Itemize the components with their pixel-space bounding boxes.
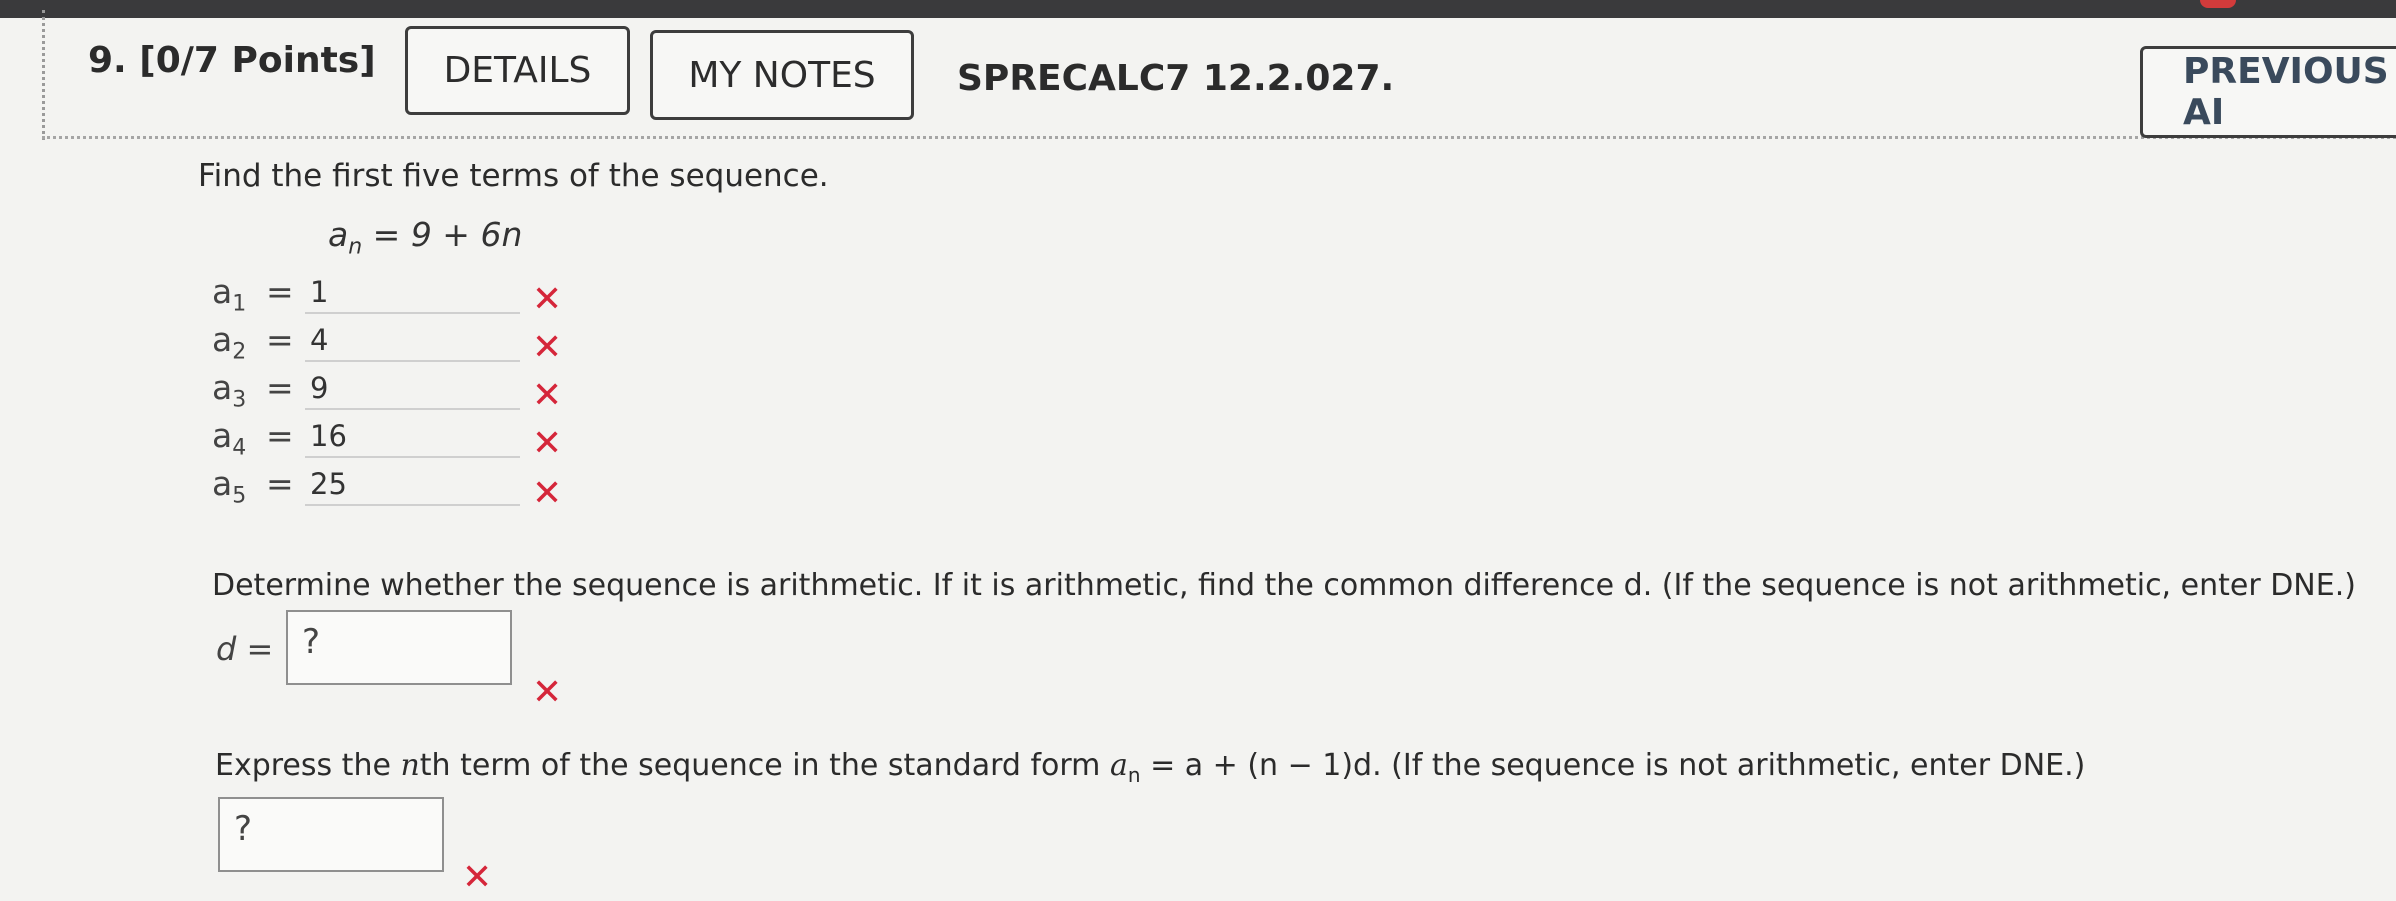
term-label-a2: a2 xyxy=(212,320,247,365)
difference-label: d = xyxy=(216,630,274,668)
nth-term-question: Express the nth term of the sequence in … xyxy=(215,748,2086,787)
incorrect-icon: ✕ xyxy=(532,423,563,464)
term-input-a4[interactable] xyxy=(305,416,520,458)
details-button[interactable]: DETAILS xyxy=(405,26,630,115)
problem-code: SPRECALC7 12.2.027. xyxy=(957,58,1395,99)
sequence-formula: an = 9 + 6n xyxy=(328,215,523,260)
question-left-border xyxy=(42,10,45,140)
incorrect-icon: ✕ xyxy=(532,327,563,368)
equals-sign: = xyxy=(266,272,294,311)
equals-sign: = xyxy=(266,368,294,407)
term-label-a1: a1 xyxy=(212,272,247,317)
header-divider xyxy=(42,136,2396,139)
equals-sign: = xyxy=(266,416,294,455)
nth-term-input[interactable]: ? xyxy=(218,797,444,872)
problem-prompt: Find the first five terms of the sequenc… xyxy=(198,158,829,194)
question-number: 9. xyxy=(88,40,127,81)
previous-answers-button[interactable]: PREVIOUS AI xyxy=(2140,46,2396,138)
question-points: [0/7 Points] xyxy=(139,40,376,81)
incorrect-icon: ✕ xyxy=(532,473,563,514)
question-header: 9. [0/7 Points] xyxy=(88,40,376,81)
term-label-a4: a4 xyxy=(212,416,247,461)
equals-sign: = xyxy=(266,464,294,503)
term-label-a3: a3 xyxy=(212,368,247,413)
my-notes-button[interactable]: MY NOTES xyxy=(650,30,914,120)
term-input-a5[interactable] xyxy=(305,464,520,506)
arithmetic-question: Determine whether the sequence is arithm… xyxy=(212,568,2356,603)
incorrect-icon: ✕ xyxy=(462,857,493,898)
incorrect-icon: ✕ xyxy=(532,375,563,416)
browser-top-bar xyxy=(0,0,2396,18)
equals-sign: = xyxy=(266,320,294,359)
term-input-a2[interactable] xyxy=(305,320,520,362)
incorrect-icon: ✕ xyxy=(532,672,563,713)
notification-indicator xyxy=(2200,0,2236,8)
term-input-a3[interactable] xyxy=(305,368,520,410)
incorrect-icon: ✕ xyxy=(532,279,563,320)
term-input-a1[interactable] xyxy=(305,272,520,314)
term-label-a5: a5 xyxy=(212,464,247,509)
difference-input[interactable]: ? xyxy=(286,610,512,685)
